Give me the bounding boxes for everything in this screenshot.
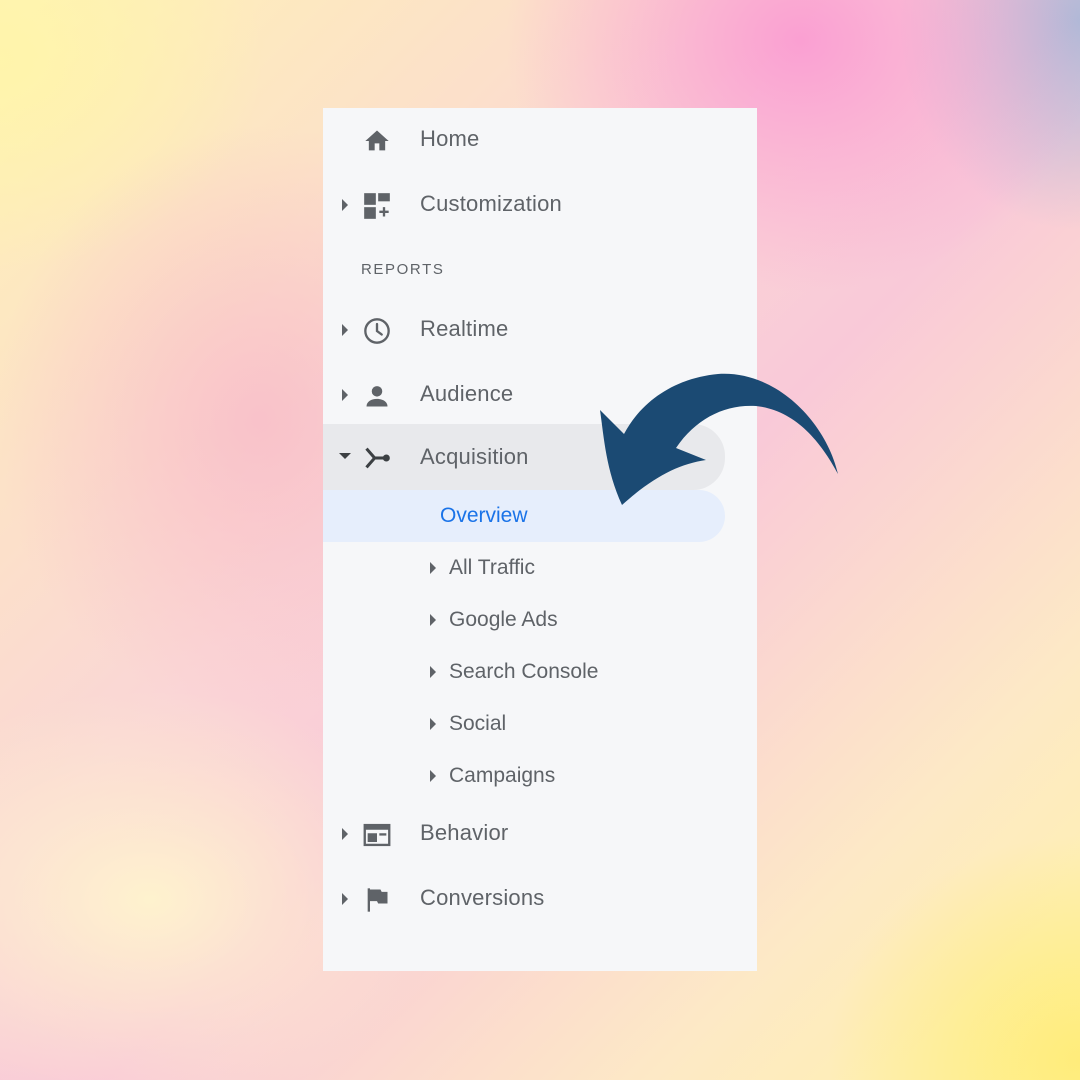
sidebar-subitem-search-console[interactable]: Search Console — [323, 646, 757, 698]
sidebar-item-label: Conversions — [420, 885, 545, 910]
caret-right-icon — [430, 614, 436, 626]
caret-right-icon — [430, 718, 436, 730]
sidebar-item-label: Behavior — [420, 820, 509, 845]
caret-right-icon — [342, 389, 348, 401]
caret-right-icon — [342, 893, 348, 905]
sidebar-item-customization[interactable]: Customization — [323, 173, 757, 237]
sidebar-subitem-google-ads[interactable]: Google Ads — [323, 594, 757, 646]
caret-right-icon — [430, 770, 436, 782]
caret-right-icon — [430, 562, 436, 574]
sidebar-subitem-all-traffic[interactable]: All Traffic — [323, 542, 757, 594]
sidebar-item-label: Acquisition — [420, 444, 529, 469]
section-header-reports: REPORTS — [361, 261, 445, 278]
flag-icon — [367, 888, 388, 912]
sidebar-subitem-social[interactable]: Social — [323, 698, 757, 750]
person-icon — [366, 386, 388, 407]
caret-down-icon — [339, 453, 351, 459]
sidebar-subitem-label: Search Console — [449, 660, 599, 683]
sidebar-item-label: Customization — [420, 191, 562, 216]
sidebar-item-behavior[interactable]: Behavior — [323, 802, 757, 866]
sidebar-subitem-label: Campaigns — [449, 764, 556, 787]
sidebar-item-home[interactable]: Home — [323, 108, 757, 172]
sidebar-item-label: Realtime — [420, 316, 509, 341]
caret-right-icon — [342, 199, 348, 211]
sidebar-subitem-label: All Traffic — [449, 556, 535, 579]
curved-arrow-icon — [600, 373, 838, 505]
sidebar-subitem-label: Google Ads — [449, 608, 558, 631]
sidebar-item-conversions[interactable]: Conversions — [323, 867, 757, 931]
sidebar-item-realtime[interactable]: Realtime — [323, 298, 757, 362]
browser-window-icon — [363, 823, 391, 847]
sidebar-nav: Home Customization REPORTS Realtime Audi… — [323, 108, 757, 971]
caret-right-icon — [342, 828, 348, 840]
dashboard-add-icon — [364, 193, 390, 219]
sidebar-item-label: Audience — [420, 381, 514, 406]
sidebar-subitem-label: Overview — [440, 504, 528, 527]
caret-right-icon — [342, 324, 348, 336]
clock-icon — [364, 318, 390, 344]
home-icon — [365, 130, 389, 151]
sidebar-subitem-campaigns[interactable]: Campaigns — [323, 750, 757, 802]
acquisition-branch-icon — [365, 447, 390, 469]
sidebar-subitem-label: Social — [449, 712, 507, 735]
sidebar-item-label: Home — [420, 126, 480, 151]
caret-right-icon — [430, 666, 436, 678]
